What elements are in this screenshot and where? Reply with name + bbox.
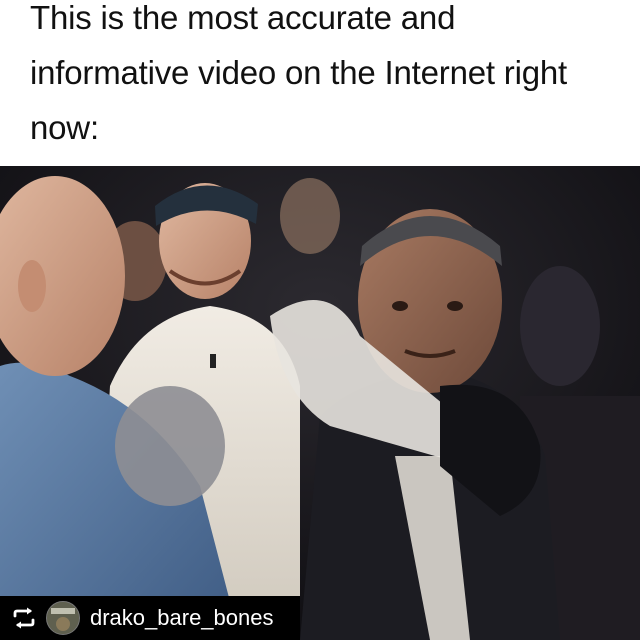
- repost-attribution-bar[interactable]: drako_bare_bones: [0, 596, 300, 640]
- lapel-mic: [210, 354, 216, 368]
- repost-username[interactable]: drako_bare_bones: [90, 605, 273, 631]
- gray-hat-in-hand: [115, 386, 225, 506]
- meme-post: This is the most accurate and informativ…: [0, 0, 640, 640]
- caption-line-1: This is the most accurate and: [30, 0, 456, 36]
- crowd-face-center: [280, 178, 340, 254]
- caption-line-3: now:: [30, 109, 99, 146]
- post-caption: This is the most accurate and informativ…: [0, 0, 640, 166]
- crowd-person-right: [520, 266, 600, 386]
- repost-icon: [10, 604, 38, 632]
- blue-shirt-man-ear: [18, 260, 46, 312]
- video-scene-illustration: [0, 166, 640, 640]
- video-frame[interactable]: [0, 166, 640, 640]
- user-avatar[interactable]: [46, 601, 80, 635]
- caption-line-2: informative video on the Internet right: [30, 54, 568, 91]
